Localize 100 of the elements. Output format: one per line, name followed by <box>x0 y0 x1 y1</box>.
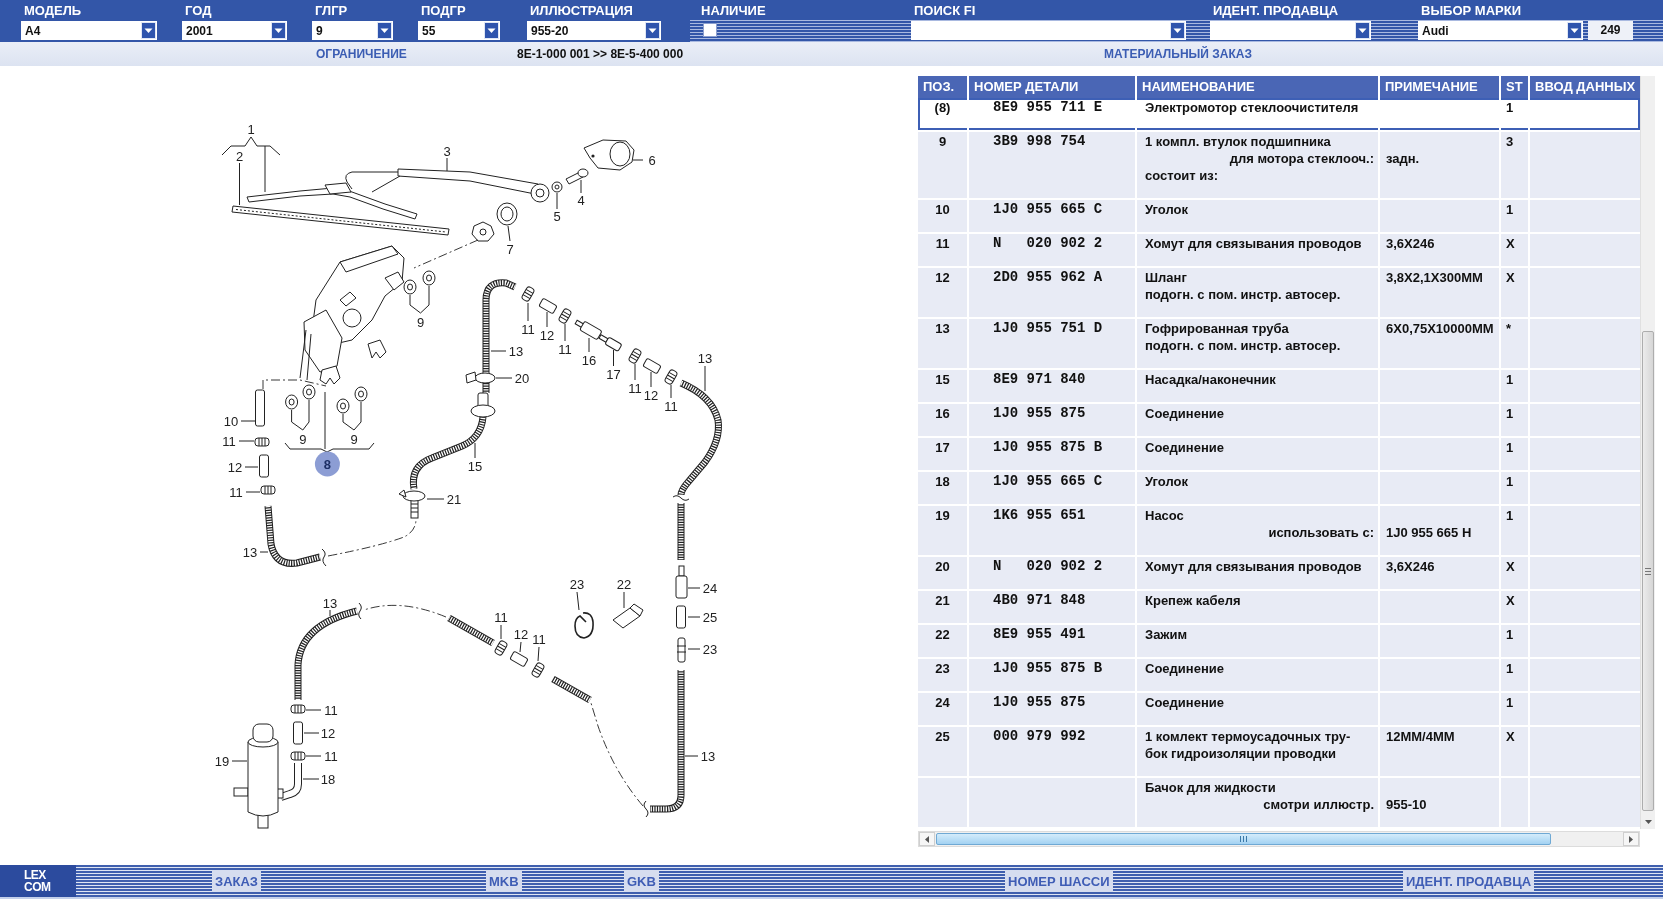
table-row[interactable]: 13 1J0 955 751 D Гофрированная труба подогн. с пом. инстр. автосер. 6X0,75X10000MM * <box>918 319 1640 370</box>
callout-number[interactable]: 12 <box>539 327 555 343</box>
table-row[interactable]: 9 3B9 998 754 1 компл. втулок подшипника для мотора стеклооч.: состоит из: задн. 3 <box>918 132 1640 200</box>
dropdown-field[interactable]: 2001 <box>182 21 287 40</box>
callout-number[interactable]: 8 <box>314 451 340 477</box>
dropdown-field[interactable] <box>911 21 1186 40</box>
toolbar-button[interactable]: GKB <box>624 870 659 892</box>
callout-number[interactable]: 15 <box>467 459 483 474</box>
callout-number[interactable]: 11 <box>494 609 508 625</box>
scrollbar-thumb[interactable] <box>936 833 1551 845</box>
callout-number[interactable]: 12 <box>320 725 336 741</box>
column-header[interactable]: ПРИМЕЧАНИЕ <box>1378 76 1499 98</box>
callout-number[interactable]: 3 <box>443 143 451 159</box>
callout-number[interactable]: 7 <box>506 241 514 257</box>
table-row[interactable]: 15 8E9 971 840 Насадка/наконечник 1 <box>918 370 1640 404</box>
callout-number[interactable]: 24 <box>702 580 718 596</box>
callout-number[interactable]: 13 <box>242 544 258 560</box>
column-header[interactable]: НАИМЕНОВАНИЕ <box>1135 76 1378 98</box>
callout-number[interactable]: 23 <box>702 641 718 657</box>
callout-number[interactable]: 18 <box>320 771 336 787</box>
callout-number[interactable]: 16 <box>581 352 597 368</box>
callout-number[interactable]: 9 <box>350 431 358 447</box>
bushing <box>403 279 417 295</box>
callout-number[interactable]: 11 <box>229 484 243 500</box>
callout-number[interactable]: 1 <box>247 121 255 137</box>
callout-number[interactable]: 2 <box>235 148 244 164</box>
scrollbar-thumb[interactable] <box>1642 331 1654 811</box>
callout-number[interactable]: 12 <box>227 459 243 475</box>
toolbar-button[interactable]: ЗАКАЗ <box>212 870 261 892</box>
callout-number[interactable]: 11 <box>521 321 535 337</box>
callout-number[interactable]: 12 <box>513 626 529 642</box>
horizontal-scrollbar[interactable] <box>918 831 1640 847</box>
table-row[interactable]: 11 N 020 902 2 Хомут для связывания проводов 3,6X246 X <box>918 234 1640 268</box>
dropdown-field[interactable]: 55 <box>418 21 500 40</box>
callout-number[interactable]: 13 <box>697 350 713 366</box>
leader-line <box>576 591 580 611</box>
table-row[interactable]: 16 1J0 955 875 Соединение 1 <box>918 404 1640 438</box>
toolbar-button[interactable]: ИДЕНТ. ПРОДАВЦА <box>1403 870 1535 892</box>
callout-number[interactable]: 12 <box>643 387 659 403</box>
callout-number[interactable]: 17 <box>606 366 621 382</box>
column-header[interactable]: ST <box>1499 76 1528 98</box>
table-cell: 3,6X246 <box>1378 234 1499 266</box>
table-row[interactable]: 21 4B0 971 848 Крепеж кабеля X <box>918 591 1640 625</box>
dropdown-field[interactable]: Audi <box>1418 21 1583 40</box>
dropdown-field[interactable]: 955-20 <box>527 21 661 40</box>
callout-number[interactable]: 11 <box>222 433 236 449</box>
callout-number[interactable]: 22 <box>616 576 632 592</box>
vertical-scrollbar[interactable] <box>1640 76 1655 829</box>
callout-number[interactable]: 10 <box>223 413 239 429</box>
table-row[interactable]: 18 1J0 955 665 C Уголок 1 <box>918 472 1640 506</box>
callout-number[interactable]: 11 <box>664 398 678 414</box>
callout-number[interactable]: 9 <box>299 431 307 447</box>
column-header[interactable]: ПОЗ. <box>918 76 967 98</box>
callout-number[interactable]: 13 <box>700 748 716 764</box>
callout-number[interactable]: 9 <box>416 314 425 330</box>
table-row[interactable]: 22 8E9 955 491 Зажим 1 <box>918 625 1640 659</box>
scroll-left-button[interactable] <box>919 832 935 846</box>
callout-number[interactable]: 20 <box>514 370 530 386</box>
callout-number[interactable]: 6 <box>648 152 656 168</box>
toolbar-button[interactable]: MKB <box>486 870 522 892</box>
table-cell: 1 <box>1499 659 1528 691</box>
leader-line <box>245 491 261 493</box>
table-row[interactable]: 25 000 979 992 1 комлект термоусадочных тру- бок гидроизоляции проводки 12MM/4MM X <box>918 727 1640 778</box>
callout-number[interactable]: 25 <box>702 609 718 625</box>
table-row[interactable]: (8) 8E9 955 711 E Электромотор стеклоочистителя 1 <box>918 98 1640 132</box>
callout-number[interactable]: 11 <box>558 341 572 357</box>
callout-number[interactable]: 21 <box>446 491 462 507</box>
callout-number[interactable]: 11 <box>324 748 338 764</box>
table-row[interactable]: 10 1J0 955 665 C Уголок 1 <box>918 200 1640 234</box>
callout-number[interactable]: 23 <box>569 576 585 592</box>
callout-number[interactable]: 4 <box>577 192 585 208</box>
bracket-line <box>221 136 281 193</box>
table-cell: Насос использовать с: <box>1135 506 1378 555</box>
hose-clamp <box>627 347 643 365</box>
table-row[interactable]: 24 1J0 955 875 Соединение 1 <box>918 693 1640 727</box>
dropdown-field[interactable]: 9 <box>312 21 393 40</box>
table-row[interactable]: Бачок для жидкости смотри иллюстр. 955-10 <box>918 778 1640 829</box>
toolbar-button[interactable]: НОМЕР ШАССИ <box>1005 870 1113 892</box>
table-row[interactable]: 20 N 020 902 2 Хомут для связывания проводов 3,6X246 X <box>918 557 1640 591</box>
callout-number[interactable]: 19 <box>214 753 230 769</box>
leader-line <box>537 646 540 662</box>
callout-number[interactable]: 11 <box>324 702 338 718</box>
leader-line <box>704 365 706 392</box>
column-header[interactable]: НОМЕР ДЕТАЛИ <box>967 76 1135 98</box>
table-row[interactable]: 12 2D0 955 962 A Шланг подогн. с пом. инстр. автосер. 3,8X2,1X300MM X <box>918 268 1640 319</box>
dropdown-field[interactable] <box>1210 21 1371 40</box>
dropdown-field[interactable]: A4 <box>21 21 157 40</box>
checkbox[interactable] <box>703 23 717 37</box>
callout-number[interactable]: 11 <box>628 380 642 396</box>
table-row[interactable]: 23 1J0 955 875 B Соединение 1 <box>918 659 1640 693</box>
callout-number[interactable]: 13 <box>508 343 524 359</box>
callout-number[interactable]: 13 <box>322 595 338 611</box>
table-row[interactable]: 19 1K6 955 651 Насос использовать с: 1J0 955 665 H 1 <box>918 506 1640 557</box>
callout-number[interactable]: 11 <box>532 631 546 647</box>
callout-number[interactable]: 5 <box>553 208 561 224</box>
table-cell: 1 комлект термоусадочных тру- бок гидроизоляции проводки <box>1135 727 1378 776</box>
scroll-right-button[interactable] <box>1623 832 1639 846</box>
column-header[interactable]: ВВОД ДАННЫХ <box>1528 76 1640 98</box>
table-cell: Гофрированная труба подогн. с пом. инстр. автосер. <box>1135 319 1378 368</box>
table-row[interactable]: 17 1J0 955 875 B Соединение 1 <box>918 438 1640 472</box>
